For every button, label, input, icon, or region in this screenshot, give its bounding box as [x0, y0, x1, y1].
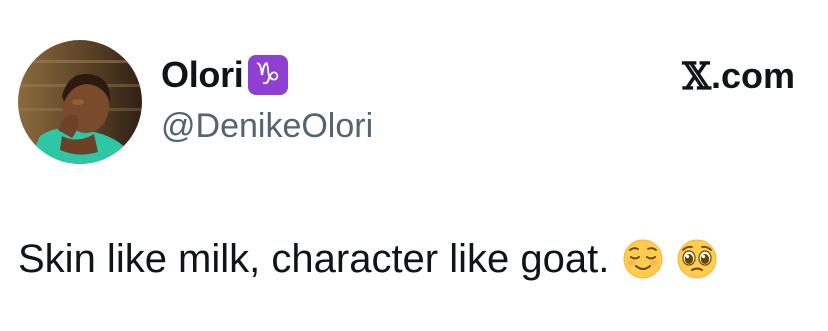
tweet-card: Olori ♑ @DenikeOlori 𝕏 .com Skin like mi…: [0, 0, 828, 331]
brand-domain: .com: [710, 55, 795, 96]
author-name-row[interactable]: Olori ♑: [161, 52, 288, 98]
avatar[interactable]: [18, 40, 142, 164]
tweet-body: Skin like milk, character like goat.: [18, 233, 717, 285]
relieved-face-icon: [623, 239, 663, 279]
user-handle[interactable]: @DenikeOlori: [161, 104, 373, 148]
pleading-face-icon: [677, 239, 717, 279]
tweet-text: Skin like milk, character like goat.: [18, 237, 610, 281]
capricorn-icon: ♑: [247, 55, 288, 95]
avatar-photo: [18, 40, 142, 164]
display-name[interactable]: Olori: [161, 52, 244, 98]
x-com-logo: 𝕏 .com: [682, 54, 795, 98]
x-logo-icon: 𝕏: [682, 54, 711, 98]
